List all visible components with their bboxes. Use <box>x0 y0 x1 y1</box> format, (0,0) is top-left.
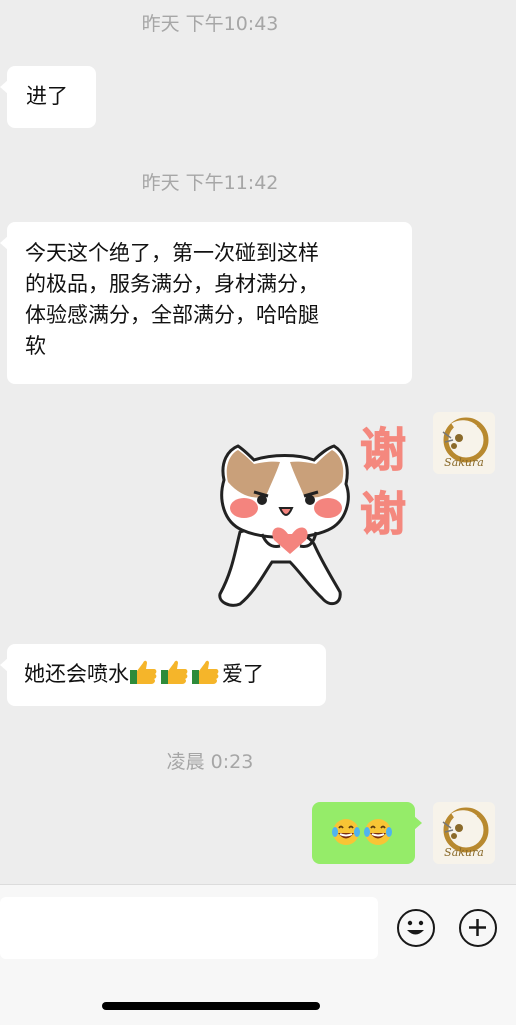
plus-icon[interactable] <box>459 909 497 947</box>
message-line: 体验感满分，全部满分，哈哈腿 <box>25 303 319 327</box>
cat-sticker-icon <box>218 444 350 607</box>
home-indicator[interactable] <box>102 1002 320 1010</box>
avatar-text: Sakura <box>444 456 484 469</box>
avatar[interactable]: Sakura <box>433 412 495 474</box>
message-bubble[interactable]: 她还会喷水 爱了 <box>0 644 326 706</box>
message-text: 她还会喷水 <box>24 662 129 686</box>
thumbs-up-icon <box>161 660 188 684</box>
sticker-text: 谢 <box>360 423 407 477</box>
message-line: 软 <box>25 334 46 358</box>
tears-of-joy-icon <box>332 819 360 845</box>
sticker-text: 谢 <box>360 487 407 541</box>
message-line: 的极品，服务满分，身材满分， <box>25 272 319 296</box>
message-bubble[interactable]: 进了 <box>0 66 96 128</box>
timestamp: 凌晨 0:23 <box>166 751 254 773</box>
timestamp: 昨天 下午11:42 <box>141 172 279 194</box>
timestamp: 昨天 下午10:43 <box>141 13 279 35</box>
thumbs-up-icon <box>130 660 157 684</box>
message-bubble[interactable]: 今天这个绝了，第一次碰到这样 的极品，服务满分，身材满分， 体验感满分，全部满分… <box>0 222 412 384</box>
smiley-icon[interactable] <box>397 909 435 947</box>
plus-glyph <box>469 919 486 936</box>
message-line: 今天这个绝了，第一次碰到这样 <box>25 241 319 265</box>
thumbs-up-icon <box>192 660 219 684</box>
smiley-glyph <box>407 920 424 935</box>
message-input[interactable] <box>0 897 378 959</box>
message-bubble[interactable] <box>312 802 422 864</box>
avatar[interactable]: Sakura <box>433 802 495 864</box>
avatar-text: Sakura <box>444 846 484 859</box>
message-text: 爱了 <box>222 662 264 686</box>
tears-of-joy-icon <box>364 819 392 845</box>
cat-thanks-sticker[interactable]: 谢 谢 <box>210 422 420 618</box>
message-text: 进了 <box>26 84 68 108</box>
